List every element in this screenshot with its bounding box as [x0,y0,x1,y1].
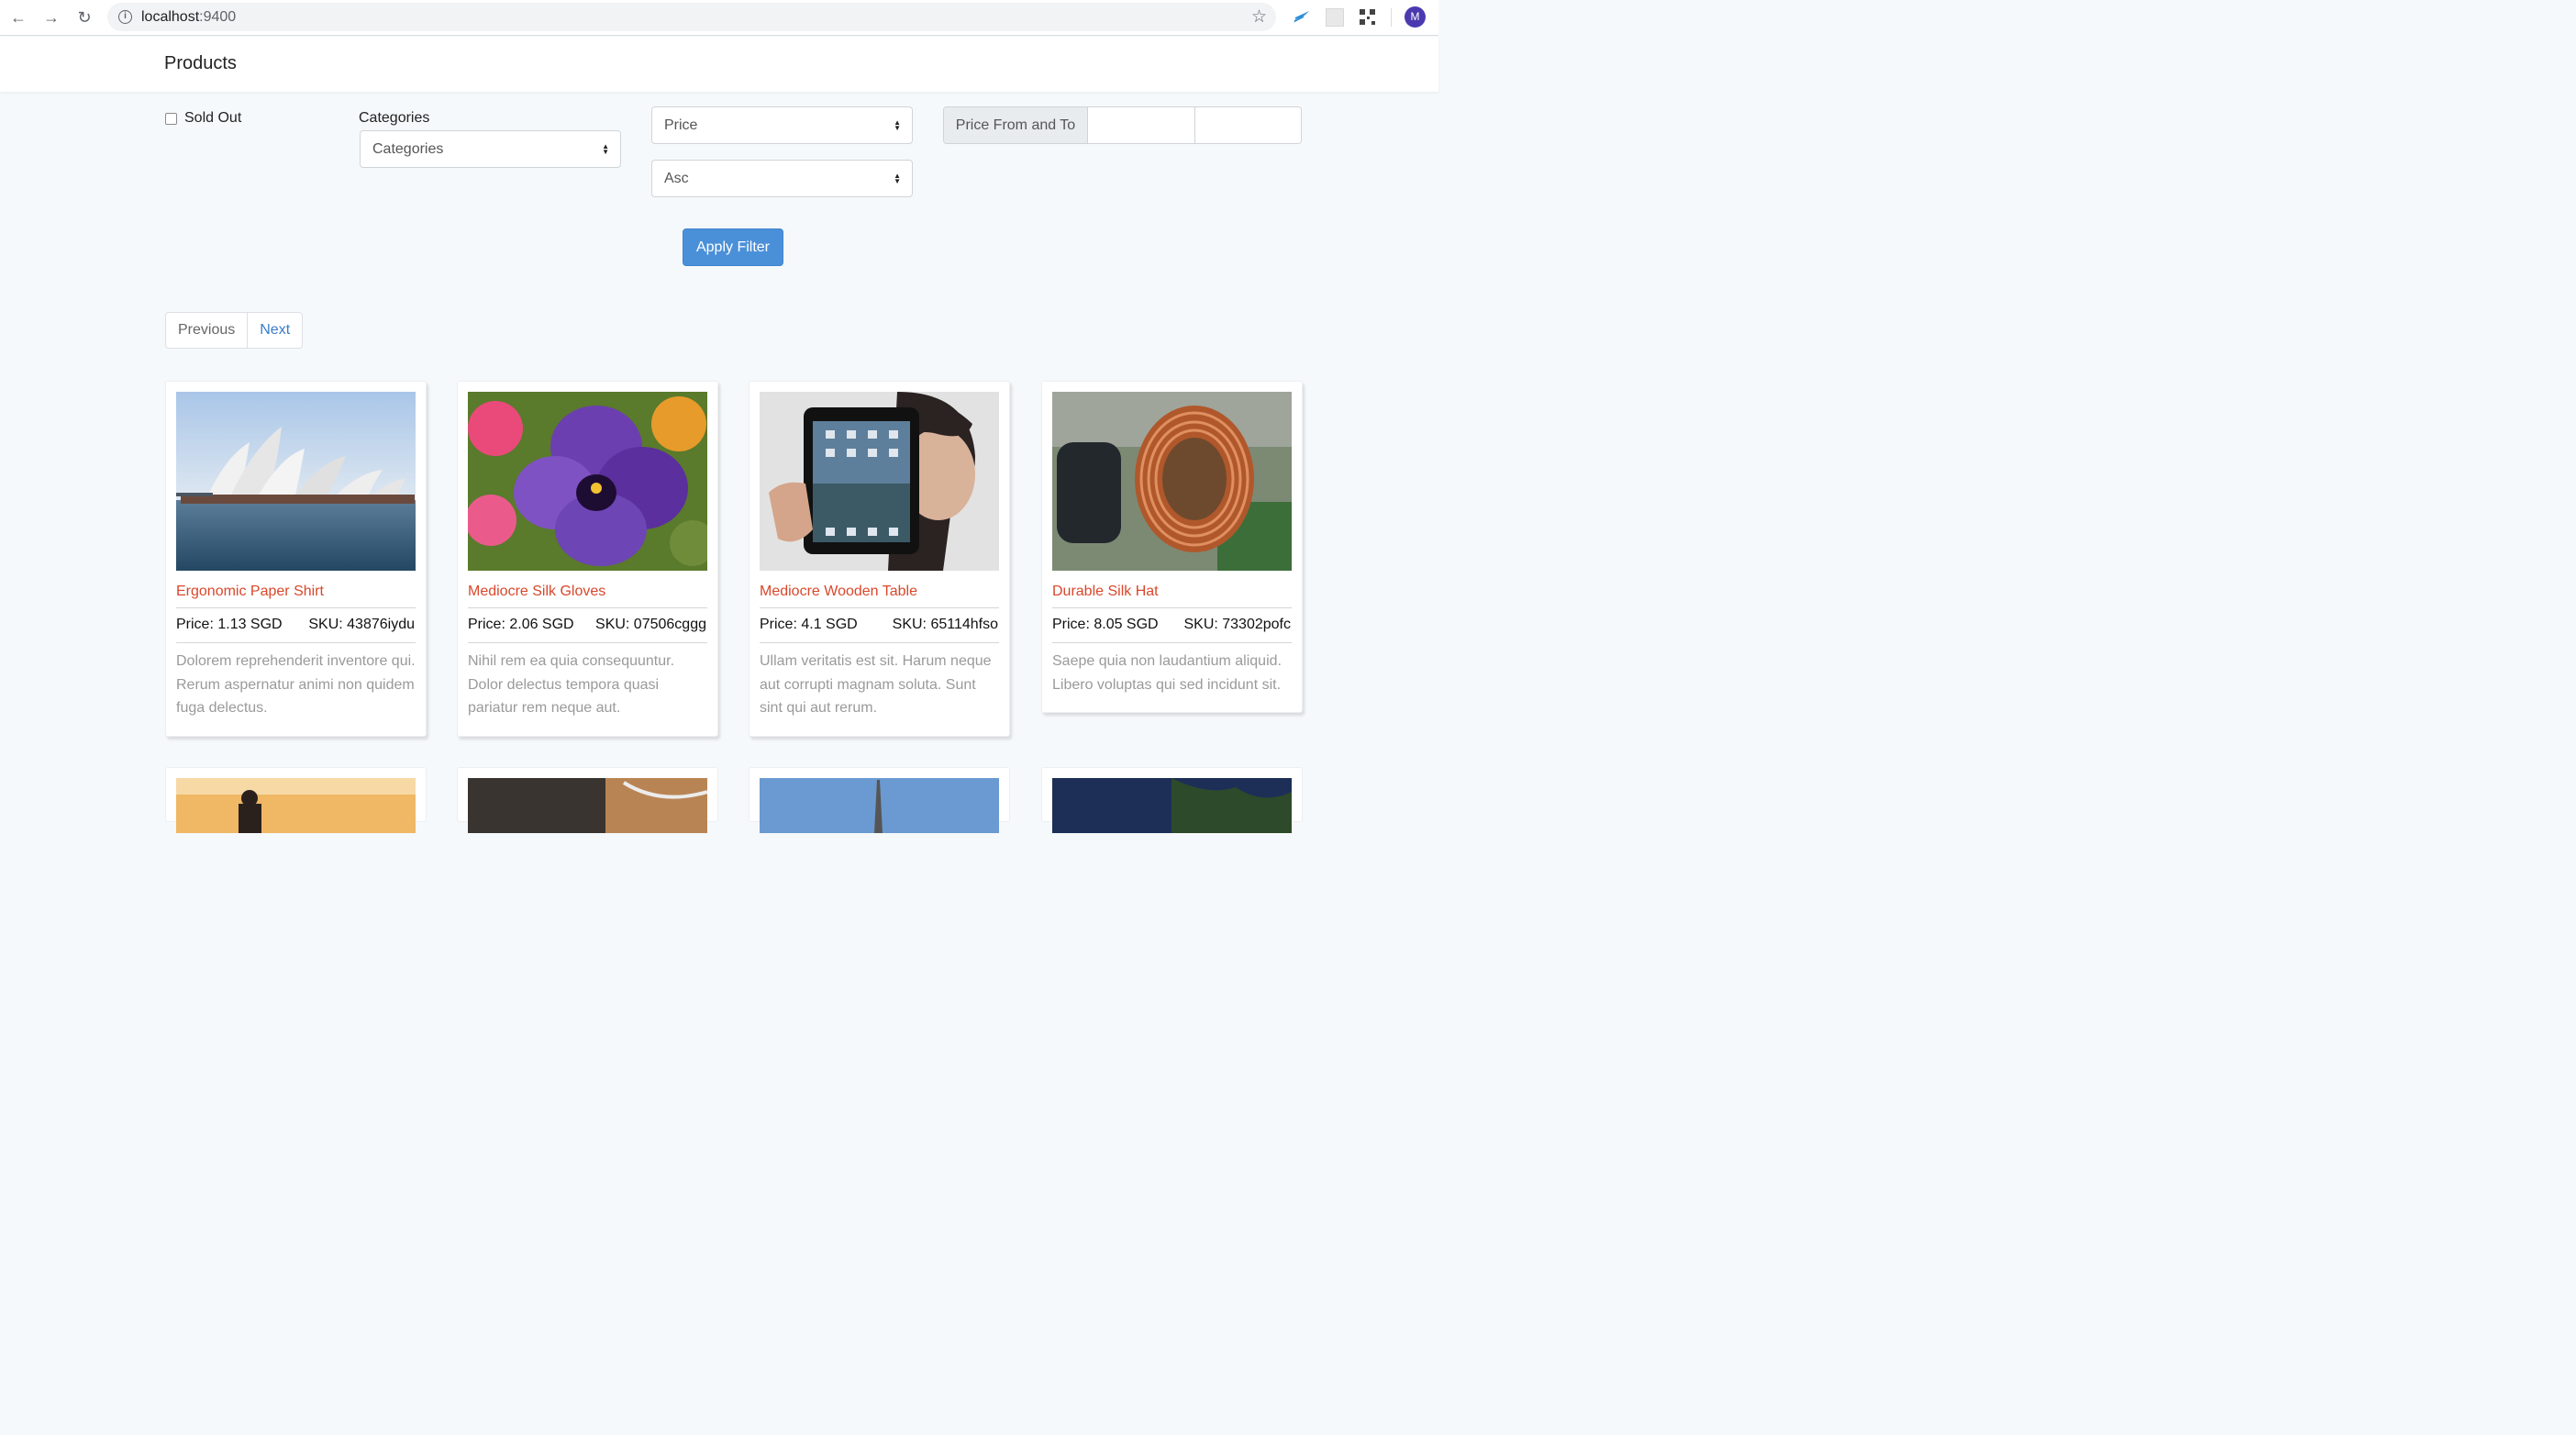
divider [1052,607,1292,608]
product-card[interactable]: Ergonomic Paper Shirt Price: 1.13 SGD SK… [165,381,427,737]
product-price: Price: 1.13 SGD [176,617,283,632]
select-arrows-icon: ▲ ▼ [894,171,901,185]
apply-filter-button[interactable]: Apply Filter [683,228,783,266]
price-range-group: Price From and To [943,106,1302,144]
product-card[interactable] [1041,767,1303,833]
product-description: Ullam veritatis est sit. Harum neque aut… [760,653,992,716]
toolbar-divider [1391,8,1392,27]
product-card[interactable]: Mediocre Wooden Table Price: 4.1 SGD SKU… [749,381,1010,737]
price-from-input[interactable] [1088,107,1195,143]
browser-toolbar: ← → ↻ i localhost:9400 ☆ M [0,0,1438,36]
reload-icon[interactable]: ↻ [72,6,96,29]
divider [468,642,707,643]
forward-arrow-icon[interactable]: → [39,6,63,29]
product-card[interactable] [749,767,1010,833]
product-sku: SKU: 07506cggg [595,617,706,632]
qr-code-icon[interactable] [1359,8,1377,27]
next-page-button[interactable]: Next [248,313,302,348]
app-header: Products [0,37,1438,92]
site-info-icon[interactable]: i [118,10,132,24]
sort-field-select[interactable]: Price ▲ ▼ [651,106,913,144]
pagination: Previous Next [165,312,304,349]
select-arrows-icon: ▲ ▼ [894,117,901,132]
product-price: Price: 8.05 SGD [1052,617,1159,632]
categories-select[interactable]: Categories ▲ ▼ [360,130,621,168]
product-name[interactable]: Mediocre Wooden Table [760,584,917,600]
categories-select-value: Categories [372,140,444,157]
sold-out-filter[interactable]: Sold Out [165,110,241,127]
product-image-person-holding-tablet[interactable] [760,392,999,571]
sort-order-value: Asc [664,170,689,186]
product-description: Nihil rem ea quia consequuntur. Dolor de… [468,653,675,716]
sort-field-value: Price [664,117,698,133]
select-arrows-icon: ▲ ▼ [602,141,609,156]
divider [176,607,416,608]
extension-grey-icon[interactable] [1326,8,1344,27]
product-image[interactable] [176,778,416,833]
previous-page-button[interactable]: Previous [166,313,249,348]
extension-feather-icon[interactable] [1292,8,1310,27]
product-name[interactable]: Ergonomic Paper Shirt [176,584,324,600]
product-sku: SKU: 73302pofc [1183,617,1291,632]
product-image[interactable] [1052,778,1292,833]
back-arrow-icon[interactable]: ← [6,6,30,29]
divider [176,642,416,643]
page-title: Products [164,53,237,73]
product-image[interactable] [760,778,999,833]
product-image[interactable] [468,778,707,833]
product-image-copper-coil-inductor[interactable] [1052,392,1292,571]
price-range-label: Price From and To [944,107,1088,143]
divider [760,642,999,643]
product-sku: SKU: 65114hfso [892,617,998,632]
categories-label: Categories [359,110,430,126]
address-bar[interactable]: i localhost:9400 ☆ [107,3,1276,31]
sold-out-label: Sold Out [184,110,242,126]
product-sku: SKU: 43876iydu [308,617,415,632]
bookmark-star-icon[interactable]: ☆ [1251,6,1267,28]
price-to-input[interactable] [1194,107,1301,143]
sold-out-checkbox[interactable] [165,112,177,125]
product-card[interactable]: Mediocre Silk Gloves Price: 2.06 SGD SKU… [457,381,718,737]
profile-avatar[interactable]: M [1405,6,1426,28]
product-price: Price: 4.1 SGD [760,617,858,632]
product-name[interactable]: Durable Silk Hat [1052,584,1159,600]
url-text[interactable]: localhost:9400 [141,9,236,26]
product-card[interactable] [165,767,427,833]
divider [1052,642,1292,643]
product-name[interactable]: Mediocre Silk Gloves [468,584,605,600]
sort-order-select[interactable]: Asc ▲ ▼ [651,160,913,197]
product-price: Price: 2.06 SGD [468,617,574,632]
product-image-purple-pansy-flower[interactable] [468,392,707,571]
divider [760,607,999,608]
product-description: Dolorem reprehenderit inventore qui. Rer… [176,653,416,716]
product-card[interactable] [457,767,718,833]
product-card[interactable]: Durable Silk Hat Price: 8.05 SGD SKU: 73… [1041,381,1303,713]
divider [468,607,707,608]
product-image-sydney-opera-house[interactable] [176,392,416,571]
product-description: Saepe quia non laudantium aliquid. Liber… [1052,653,1282,693]
